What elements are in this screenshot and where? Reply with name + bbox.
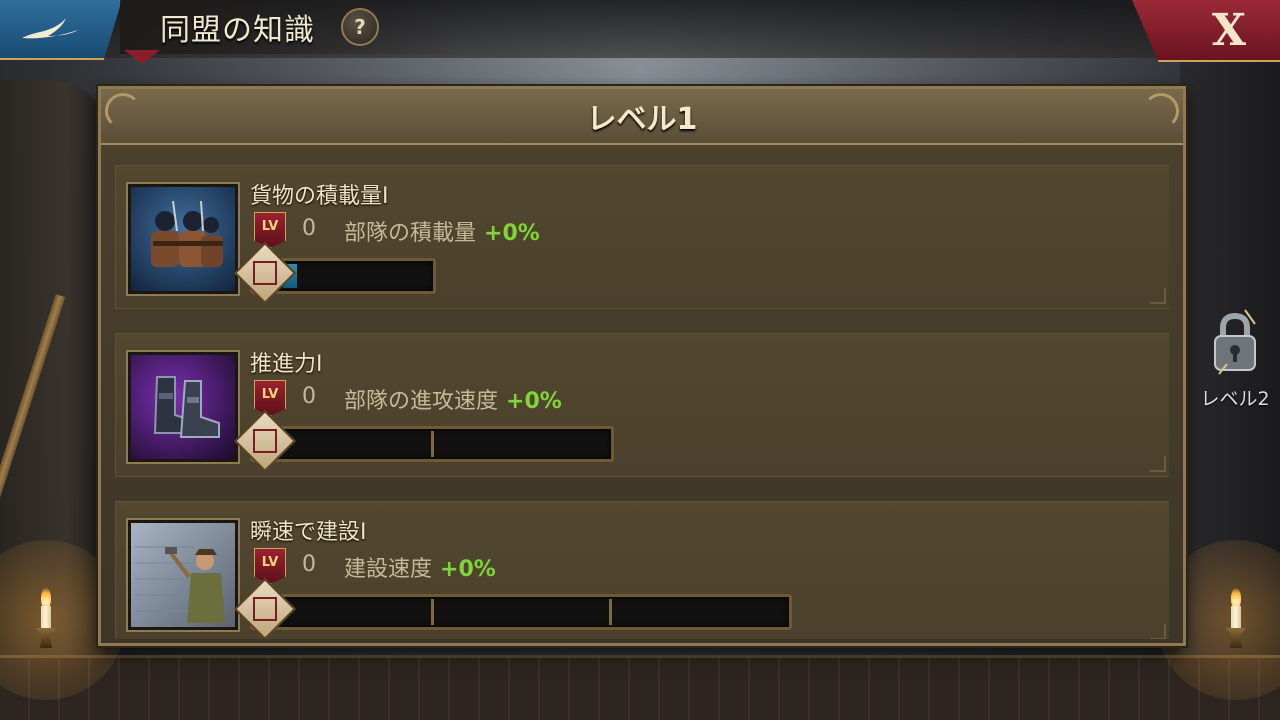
- skill-level: 0: [302, 216, 316, 241]
- effect-bonus: +0%: [484, 221, 540, 246]
- effect-label: 部隊の積載量: [344, 221, 477, 246]
- candle-left: [36, 588, 56, 648]
- skill-name: 瞬速で建設I: [250, 520, 367, 545]
- progress-separator: [431, 599, 434, 625]
- corner-mark: [1150, 624, 1166, 639]
- close-icon: X: [1211, 4, 1246, 56]
- progress-separator: [609, 599, 612, 625]
- help-button[interactable]: ?: [341, 8, 379, 46]
- title-area: 同盟の知識 ?: [120, 0, 460, 54]
- effect-label: 部隊の進攻速度: [344, 389, 499, 414]
- back-arrow-icon: [22, 18, 78, 39]
- level-badge-icon: LV: [254, 548, 286, 584]
- effect-bonus: +0%: [440, 557, 496, 582]
- effect-label: 建設速度: [344, 557, 433, 582]
- help-icon: ?: [354, 15, 366, 39]
- corner-ornament: [105, 93, 141, 129]
- progress-bar: [233, 241, 436, 305]
- skill-effect: 部隊の進攻速度 +0%: [344, 383, 562, 415]
- next-level-label: レベル2: [1200, 388, 1270, 410]
- armored-boots-icon[interactable]: [126, 350, 240, 464]
- skill-effect: 建設速度 +0%: [344, 551, 496, 583]
- book-icon: [233, 409, 297, 473]
- skill-list[interactable]: 貨物の積載量I LV 0 部隊の積載量 +0% 推進力I LV 0 部隊の進攻速…: [115, 165, 1169, 639]
- panel-title: レベル1: [586, 102, 698, 137]
- builder-hammering-wall-icon[interactable]: [126, 518, 240, 632]
- candle-right: [1226, 588, 1246, 648]
- skill-card[interactable]: 貨物の積載量I LV 0 部隊の積載量 +0%: [115, 165, 1169, 309]
- progress-bar: [233, 409, 614, 473]
- skill-card[interactable]: 推進力I LV 0 部隊の進攻速度 +0%: [115, 333, 1169, 477]
- corner-mark: [1150, 456, 1166, 472]
- skill-name: 推進力I: [250, 352, 323, 377]
- effect-bonus: +0%: [506, 389, 562, 414]
- skill-card[interactable]: 瞬速で建設I LV 0 建設速度 +0%: [115, 501, 1169, 639]
- next-level-lock[interactable]: レベル2: [1194, 308, 1276, 428]
- book-icon: [233, 577, 297, 639]
- level-badge-text: LV: [261, 219, 279, 234]
- progress-separator: [431, 431, 434, 457]
- corner-mark: [1150, 288, 1166, 304]
- soldiers-with-backpacks-icon[interactable]: [126, 182, 240, 296]
- book-icon: [233, 241, 297, 305]
- floor: [0, 655, 1280, 720]
- padlock-icon: [1214, 309, 1256, 375]
- knowledge-panel: レベル1 貨物の積載量I LV 0 部隊の積載量 +0% 推進力I LV 0 部…: [98, 86, 1186, 646]
- page-title: 同盟の知識: [160, 13, 315, 48]
- skill-level: 0: [302, 552, 316, 577]
- corner-ornament: [1143, 93, 1179, 129]
- level-badge-icon: LV: [254, 380, 286, 416]
- skill-level: 0: [302, 384, 316, 409]
- progress-bar: [233, 577, 792, 639]
- skill-name: 貨物の積載量I: [250, 184, 389, 209]
- level-badge-text: LV: [261, 555, 279, 570]
- back-button[interactable]: [0, 0, 122, 60]
- skill-effect: 部隊の積載量 +0%: [344, 215, 540, 247]
- panel-header: レベル1: [101, 89, 1183, 145]
- level-badge-icon: LV: [254, 212, 286, 248]
- level-badge-text: LV: [261, 387, 279, 402]
